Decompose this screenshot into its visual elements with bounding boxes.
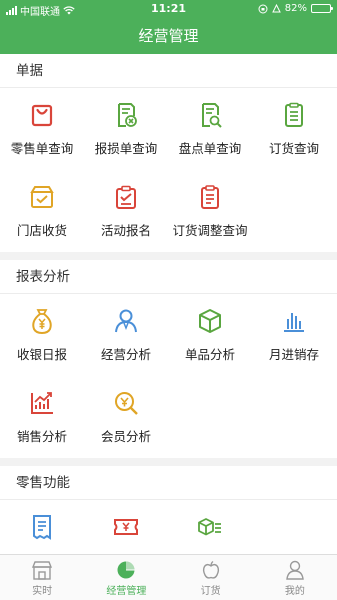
retail-grid xyxy=(0,500,337,554)
battery-icon xyxy=(311,4,333,13)
orientation-lock-icon xyxy=(258,4,268,13)
person-icon xyxy=(111,306,141,336)
bar-chart-icon xyxy=(279,306,309,336)
item-label: 经营分析 xyxy=(100,347,151,362)
tab-label: 实时 xyxy=(32,586,53,597)
alarm-icon xyxy=(271,3,281,12)
order-adjust-query-button[interactable]: 订货调整查询 xyxy=(168,170,252,252)
monthly-inventory-button[interactable]: 月进销存 xyxy=(252,294,336,376)
tab-mine[interactable]: 我的 xyxy=(253,555,337,600)
user-icon xyxy=(284,560,306,580)
app-header: 中国联通 11:21 82% 经营管理 xyxy=(0,0,337,54)
retail-item-ticket[interactable] xyxy=(84,500,168,554)
tab-label: 我的 xyxy=(284,586,305,597)
item-label: 单品分析 xyxy=(184,347,235,362)
item-label: 收银日报 xyxy=(16,347,67,362)
order-adjust-icon xyxy=(195,182,225,212)
section-retail: 零售功能 xyxy=(0,466,337,554)
item-analysis-button[interactable]: 单品分析 xyxy=(168,294,252,376)
item-label: 报损单查询 xyxy=(94,141,158,156)
section-title: 零售功能 xyxy=(0,466,337,500)
retail-item-receipt[interactable] xyxy=(0,500,84,554)
section-reports: 报表分析 收银日报 经营分析 单品分析 月进销存 销售分析 会员分析 xyxy=(0,260,337,458)
order-query-button[interactable]: 订货查询 xyxy=(252,88,336,170)
store-receiving-button[interactable]: 门店收货 xyxy=(0,170,84,252)
page-title: 经营管理 xyxy=(138,27,199,45)
store-icon xyxy=(31,560,53,580)
event-signup-button[interactable]: 活动报名 xyxy=(84,170,168,252)
receipt-icon xyxy=(27,512,57,542)
main-content[interactable]: 单据 零售单查询 报损单查询 盘点单查询 订货查询 门店收货 活动报名 订货调整… xyxy=(0,54,337,554)
trend-chart-icon xyxy=(27,388,57,418)
tab-business-management[interactable]: 经营管理 xyxy=(84,555,168,600)
sales-analysis-button[interactable]: 销售分析 xyxy=(0,376,84,458)
order-list-icon xyxy=(279,100,309,130)
section-title: 报表分析 xyxy=(0,260,337,294)
pie-chart-icon xyxy=(115,560,137,580)
business-analysis-button[interactable]: 经营分析 xyxy=(84,294,168,376)
bottom-tab-bar: 实时 经营管理 订货 我的 xyxy=(0,554,337,600)
store-receive-icon xyxy=(27,182,57,212)
box-icon xyxy=(195,306,225,336)
item-label: 会员分析 xyxy=(100,429,151,444)
inventory-search-icon xyxy=(195,100,225,130)
status-bar: 中国联通 11:21 82% xyxy=(0,0,337,18)
stocktake-query-button[interactable]: 盘点单查询 xyxy=(168,88,252,170)
tab-label: 订货 xyxy=(200,586,221,597)
tab-realtime[interactable]: 实时 xyxy=(0,555,84,600)
member-analysis-button[interactable]: 会员分析 xyxy=(84,376,168,458)
member-search-icon xyxy=(111,388,141,418)
retail-item-box-list[interactable] xyxy=(168,500,252,554)
status-right: 82% xyxy=(258,3,333,14)
item-label: 零售单查询 xyxy=(10,141,74,156)
cashier-daily-report-button[interactable]: 收银日报 xyxy=(0,294,84,376)
item-label: 订货调整查询 xyxy=(172,223,248,238)
reports-grid: 收银日报 经营分析 单品分析 月进销存 销售分析 会员分析 xyxy=(0,294,337,458)
battery-percent: 82% xyxy=(284,3,307,14)
item-label: 月进销存 xyxy=(268,347,319,362)
item-label: 活动报名 xyxy=(100,223,151,238)
loss-report-icon xyxy=(111,100,141,130)
tab-order[interactable]: 订货 xyxy=(169,555,253,600)
item-label: 盘点单查询 xyxy=(178,141,242,156)
ticket-icon xyxy=(111,512,141,542)
documents-grid: 零售单查询 报损单查询 盘点单查询 订货查询 门店收货 活动报名 订货调整查询 xyxy=(0,88,337,252)
box-list-icon xyxy=(195,512,225,542)
loss-report-query-button[interactable]: 报损单查询 xyxy=(84,88,168,170)
money-bag-icon xyxy=(27,306,57,336)
item-label: 门店收货 xyxy=(16,223,67,238)
section-documents: 单据 零售单查询 报损单查询 盘点单查询 订货查询 门店收货 活动报名 订货调整… xyxy=(0,54,337,252)
item-label: 销售分析 xyxy=(16,429,67,444)
shopping-bag-icon xyxy=(27,100,57,130)
apple-icon xyxy=(200,560,222,580)
retail-order-query-button[interactable]: 零售单查询 xyxy=(0,88,84,170)
event-signup-icon xyxy=(111,182,141,212)
section-title: 单据 xyxy=(0,54,337,88)
tab-label: 经营管理 xyxy=(106,586,147,597)
item-label: 订货查询 xyxy=(268,141,319,156)
